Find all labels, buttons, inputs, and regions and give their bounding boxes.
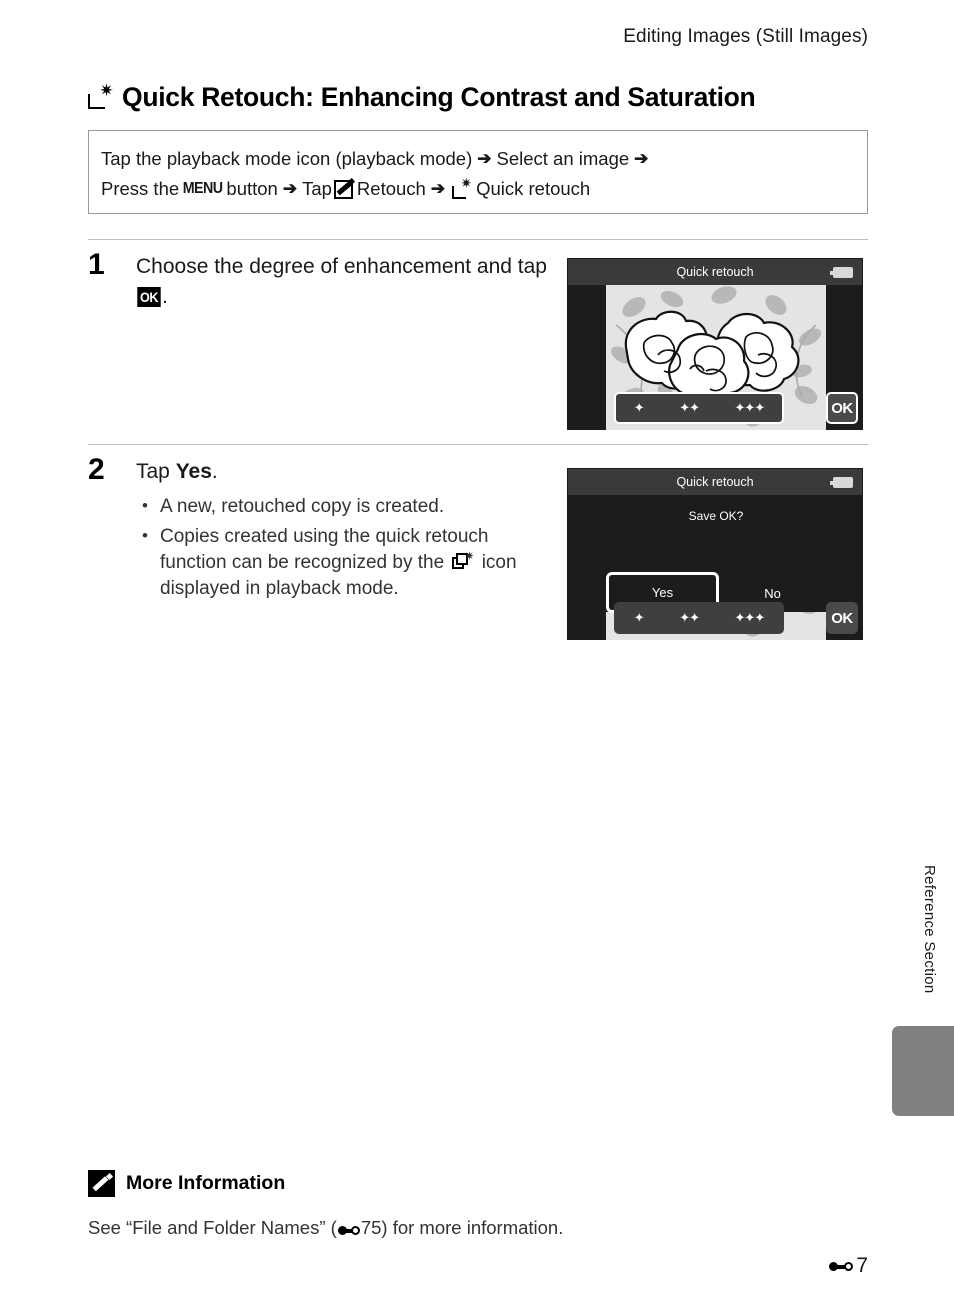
- arrow-icon: ➔: [282, 179, 298, 198]
- arrow-icon: ➔: [634, 149, 649, 168]
- menu-button-label: MENU: [182, 180, 223, 197]
- running-head: Editing Images (Still Images): [623, 26, 868, 47]
- camera-screen-2: Quick retouch Save OK? Yes No ✦ ✦✦ ✦✦✦ O…: [567, 468, 863, 640]
- more-information-heading: More Information: [88, 1170, 563, 1197]
- arrow-icon: ➔: [430, 179, 446, 198]
- level-3-option[interactable]: ✦✦✦: [735, 400, 766, 416]
- save-confirm-dialog: Save OK? Yes No: [606, 495, 826, 613]
- mi-text-before: See “File and Folder Names” (: [88, 1217, 337, 1238]
- nav-line2-retouch: Retouch: [356, 178, 426, 199]
- ok-button-icon: OK: [137, 287, 161, 307]
- retouch-pencil-icon: [333, 179, 353, 199]
- navigation-path-box: Tap the playback mode icon (playback mod…: [88, 130, 868, 214]
- navigation-path-line-1: Tap the playback mode icon (playback mod…: [101, 144, 867, 174]
- screen-2-titlebar: Quick retouch: [568, 469, 862, 495]
- step-2-bullet-list: A new, retouched copy is created. Copies…: [136, 493, 558, 602]
- battery-icon: [830, 477, 853, 488]
- divider-step2: [88, 444, 868, 445]
- side-tab-label: Reference Section: [921, 865, 938, 994]
- level-1-option[interactable]: ✦: [634, 610, 645, 626]
- step-1-text-after: .: [162, 285, 168, 308]
- quick-retouch-icon: ✷: [452, 176, 472, 199]
- more-information-title: More Information: [126, 1172, 286, 1194]
- nav-line1-text1: Tap the playback mode icon (playback mod…: [101, 148, 473, 169]
- screen-1-title: Quick retouch: [676, 265, 754, 279]
- binoculars-e-icon: [829, 1259, 854, 1273]
- screen-1-ok-button[interactable]: OK: [826, 392, 858, 424]
- page-footer: 7: [828, 1254, 868, 1278]
- mi-text-after: ) for more information.: [381, 1217, 564, 1238]
- quick-retouch-icon: ✷: [88, 82, 114, 110]
- nav-line2-text1: Press the: [101, 178, 180, 199]
- navigation-path-line-2: Press the MENU button ➔ Tap Retouch ➔ ✷ …: [101, 174, 867, 204]
- camera-screen-1: Quick retouch ✦ ✦✦ ✦✦✦ OK: [567, 258, 863, 430]
- screen-1-titlebar: Quick retouch: [568, 259, 862, 285]
- page-title: ✷ Quick Retouch: Enhancing Contrast and …: [88, 82, 756, 113]
- level-2-option[interactable]: ✦✦: [679, 610, 700, 626]
- step-2: 2 Tap Yes. A new, retouched copy is crea…: [88, 453, 558, 606]
- nav-line2-text2: button: [226, 178, 278, 199]
- nav-line2-tap: Tap: [302, 178, 332, 199]
- divider-top: [88, 239, 868, 240]
- mi-ref-page: 75: [360, 1217, 382, 1238]
- page-number: 7: [856, 1254, 868, 1277]
- enhancement-level-selector[interactable]: ✦ ✦✦ ✦✦✦: [614, 602, 784, 634]
- step-2-number: 2: [88, 453, 105, 486]
- step-1-number: 1: [88, 248, 105, 281]
- step-2-text-before: Tap: [136, 460, 176, 483]
- level-3-option[interactable]: ✦✦✦: [735, 610, 766, 626]
- bullet-1-text: A new, retouched copy is created.: [160, 496, 445, 517]
- battery-icon: [830, 267, 853, 278]
- step-1: 1 Choose the degree of enhancement and t…: [88, 248, 558, 312]
- step-2-text-after: .: [211, 460, 218, 483]
- screen-2-title: Quick retouch: [676, 475, 754, 489]
- binoculars-e-icon: [337, 1223, 360, 1236]
- list-item: Copies created using the quick retouch f…: [136, 523, 558, 602]
- step-1-text-before: Choose the degree of enhancement and tap: [136, 255, 547, 278]
- more-information-text: See “File and Folder Names” ( 75) for mor…: [88, 1217, 563, 1239]
- nav-line2-quick: Quick retouch: [476, 178, 591, 199]
- note-pencil-icon: [88, 1170, 115, 1197]
- page-title-text: Quick Retouch: Enhancing Contrast and Sa…: [122, 82, 756, 112]
- step-1-heading: Choose the degree of enhancement and tap…: [136, 252, 558, 312]
- step-2-bold: Yes: [175, 460, 212, 483]
- list-item: A new, retouched copy is created.: [136, 493, 558, 520]
- level-2-option[interactable]: ✦✦: [679, 400, 700, 416]
- dialog-question: Save OK?: [688, 509, 744, 523]
- step-2-heading: Tap Yes.: [136, 457, 558, 487]
- enhancement-level-selector[interactable]: ✦ ✦✦ ✦✦✦: [614, 392, 784, 424]
- level-1-option[interactable]: ✦: [634, 400, 645, 416]
- nav-line1-text2: Select an image: [496, 148, 630, 169]
- arrow-icon: ➔: [477, 149, 492, 168]
- screen-2-ok-button[interactable]: OK: [826, 602, 858, 634]
- side-tab-marker: [892, 1026, 954, 1116]
- more-information-section: More Information See “File and Folder Na…: [88, 1170, 563, 1239]
- screen-2-body: Save OK? Yes No ✦ ✦✦ ✦✦✦ OK: [568, 495, 862, 640]
- retouched-copy-icon: ✷: [452, 550, 474, 571]
- bullet-2-text-before: Copies created using the quick retouch f…: [160, 526, 489, 573]
- screen-1-body: ✦ ✦✦ ✦✦✦ OK: [568, 285, 862, 430]
